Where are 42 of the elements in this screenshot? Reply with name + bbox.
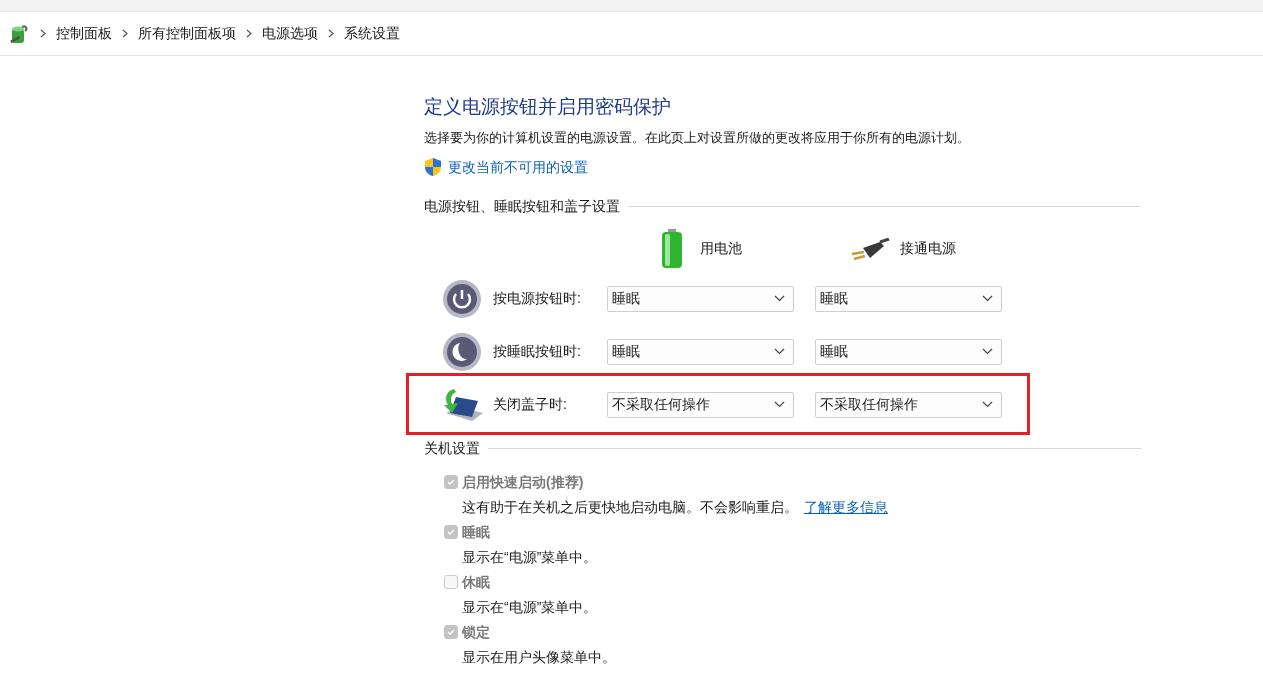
section-heading: 电源按钮、睡眠按钮和盖子设置 xyxy=(424,196,620,216)
laptop-lid-icon xyxy=(442,386,484,423)
sleep-button-icon xyxy=(442,331,482,372)
action-dropdown[interactable]: 睡眠 xyxy=(815,285,1002,312)
option-description: 显示在“电源”菜单中。 xyxy=(462,547,598,567)
section-heading: 关机设置 xyxy=(424,438,480,458)
power-plug-icon xyxy=(850,237,890,260)
setting-label: 关闭盖子时: xyxy=(493,395,568,414)
checkmark-icon xyxy=(447,529,455,535)
action-dropdown[interactable]: 不采取任何操作 xyxy=(815,391,1002,418)
setting-label: 按睡眠按钮时: xyxy=(493,342,582,361)
action-dropdown[interactable]: 不采取任何操作 xyxy=(607,391,794,418)
option-description: 显示在“电源”菜单中。 xyxy=(462,597,598,617)
chevron-icon xyxy=(246,29,252,38)
breadcrumb-item[interactable]: 系统设置 xyxy=(344,23,400,44)
breadcrumb-item[interactable]: 控制面板 xyxy=(56,23,112,44)
action-dropdown[interactable]: 睡眠 xyxy=(607,338,794,365)
breadcrumb-item[interactable]: 电源选项 xyxy=(262,23,318,44)
option-label: 睡眠 xyxy=(462,522,490,542)
power-button-icon xyxy=(442,278,482,319)
battery-icon xyxy=(660,228,684,269)
breadcrumb-item[interactable]: 所有控制面板项 xyxy=(138,23,236,44)
shield-icon xyxy=(424,157,442,177)
option-label: 启用快速启动(推荐) xyxy=(462,472,584,492)
chevron-icon xyxy=(328,29,334,38)
page-description: 选择要为你的计算机设置的电源设置。在此页上对设置所做的更改将应用于你所有的电源计划。 xyxy=(424,129,970,147)
action-dropdown[interactable]: 睡眠 xyxy=(607,285,794,312)
checkmark-icon xyxy=(447,479,455,485)
option-description: 显示在用户头像菜单中。 xyxy=(462,647,616,667)
power-options-icon xyxy=(8,22,30,45)
change-settings-link[interactable]: 更改当前不可用的设置 xyxy=(448,156,588,178)
column-header: 用电池 xyxy=(700,239,742,258)
chevron-icon xyxy=(40,29,46,38)
page-title: 定义电源按钮并启用密码保护 xyxy=(424,95,671,119)
option-description: 这有助于在关机之后更快地启动电脑。不会影响重启。 xyxy=(462,497,798,517)
action-dropdown[interactable]: 睡眠 xyxy=(815,338,1002,365)
option-label: 休眠 xyxy=(462,572,490,592)
chevron-icon xyxy=(122,29,128,38)
setting-label: 按电源按钮时: xyxy=(493,289,582,308)
option-label: 锁定 xyxy=(462,622,490,642)
checkmark-icon xyxy=(447,629,455,635)
column-header: 接通电源 xyxy=(900,239,956,258)
